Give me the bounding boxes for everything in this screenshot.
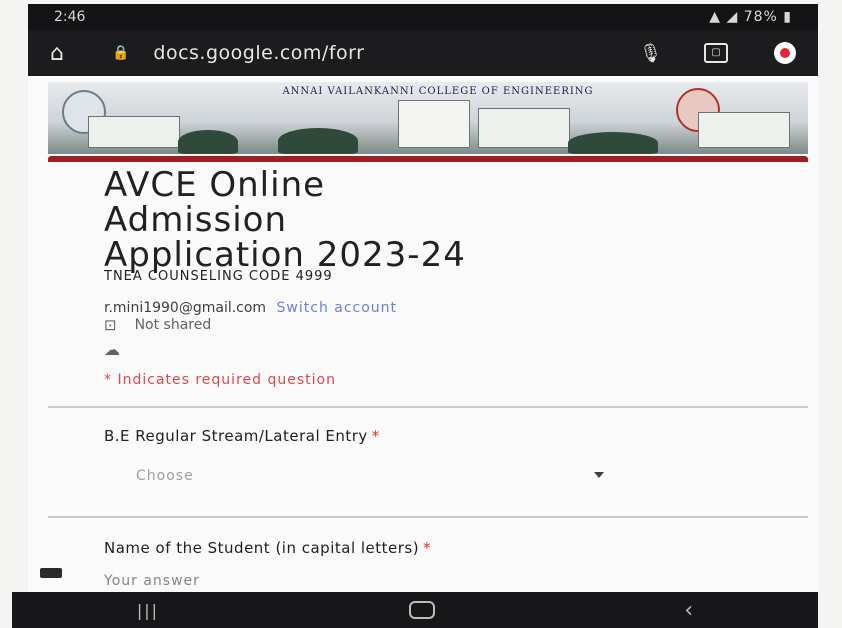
url-field[interactable]: docs.google.com/forr xyxy=(153,42,364,64)
student-name-input[interactable]: Your answer xyxy=(104,573,200,589)
status-bar: 2:46 ▲ ◢ 78% ▮ xyxy=(28,4,818,30)
lock-icon[interactable]: 🔒 xyxy=(112,45,129,61)
section-divider xyxy=(48,406,808,408)
college-name: ANNAI VAILANKANNI COLLEGE OF ENGINEERING xyxy=(282,86,594,97)
required-note: * Indicates required question xyxy=(104,372,336,388)
college-banner: ANNAI VAILANKANNI COLLEGE OF ENGINEERING xyxy=(48,82,808,154)
not-shared-icon: ⊡ xyxy=(104,316,117,334)
recent-apps-button[interactable]: ||| xyxy=(137,601,159,620)
home-button[interactable] xyxy=(408,601,435,619)
form-title: AVCE Online Admission Application 2023-2… xyxy=(104,165,466,275)
form-subtitle: TNEA COUNSELING CODE 4999 xyxy=(104,269,333,284)
account-row: r.mini1990@gmail.com Switch account xyxy=(104,300,397,316)
question-name-label: Name of the Student (in capital letters)… xyxy=(104,539,432,557)
navigation-bar: ||| ‹ xyxy=(12,592,818,628)
cloud-icon: ☁ xyxy=(104,340,120,359)
tabs-icon[interactable]: ▢ xyxy=(704,43,728,63)
browser-toolbar: ⌂ 🔒 docs.google.com/forr 🎙 ▢ xyxy=(28,30,818,76)
account-email: r.mini1990@gmail.com xyxy=(104,300,267,316)
not-shared-label: Not shared xyxy=(134,317,212,333)
form-accent-bar xyxy=(48,156,808,162)
switch-account-link[interactable]: Switch account xyxy=(277,300,398,316)
stream-dropdown[interactable]: Choose xyxy=(136,468,194,484)
dropdown-arrow-icon[interactable] xyxy=(594,472,604,478)
status-time: 2:46 xyxy=(54,9,86,25)
required-star: * xyxy=(423,539,432,557)
form-page: ANNAI VAILANKANNI COLLEGE OF ENGINEERING… xyxy=(28,76,818,592)
record-icon[interactable] xyxy=(774,42,796,64)
not-shared-row: ⊡ Not shared xyxy=(104,316,211,334)
battery-level: 78% xyxy=(743,9,778,25)
section-divider xyxy=(48,516,808,518)
feedback-icon[interactable] xyxy=(40,568,62,578)
question-stream-label: B.E Regular Stream/Lateral Entry * xyxy=(104,427,380,445)
mic-icon[interactable]: 🎙 xyxy=(639,43,662,64)
required-star: * xyxy=(371,427,380,445)
back-button[interactable]: ‹ xyxy=(684,598,693,623)
home-icon[interactable]: ⌂ xyxy=(50,41,64,66)
signal-battery: ▲ ◢ 78% ▮ xyxy=(709,9,792,25)
